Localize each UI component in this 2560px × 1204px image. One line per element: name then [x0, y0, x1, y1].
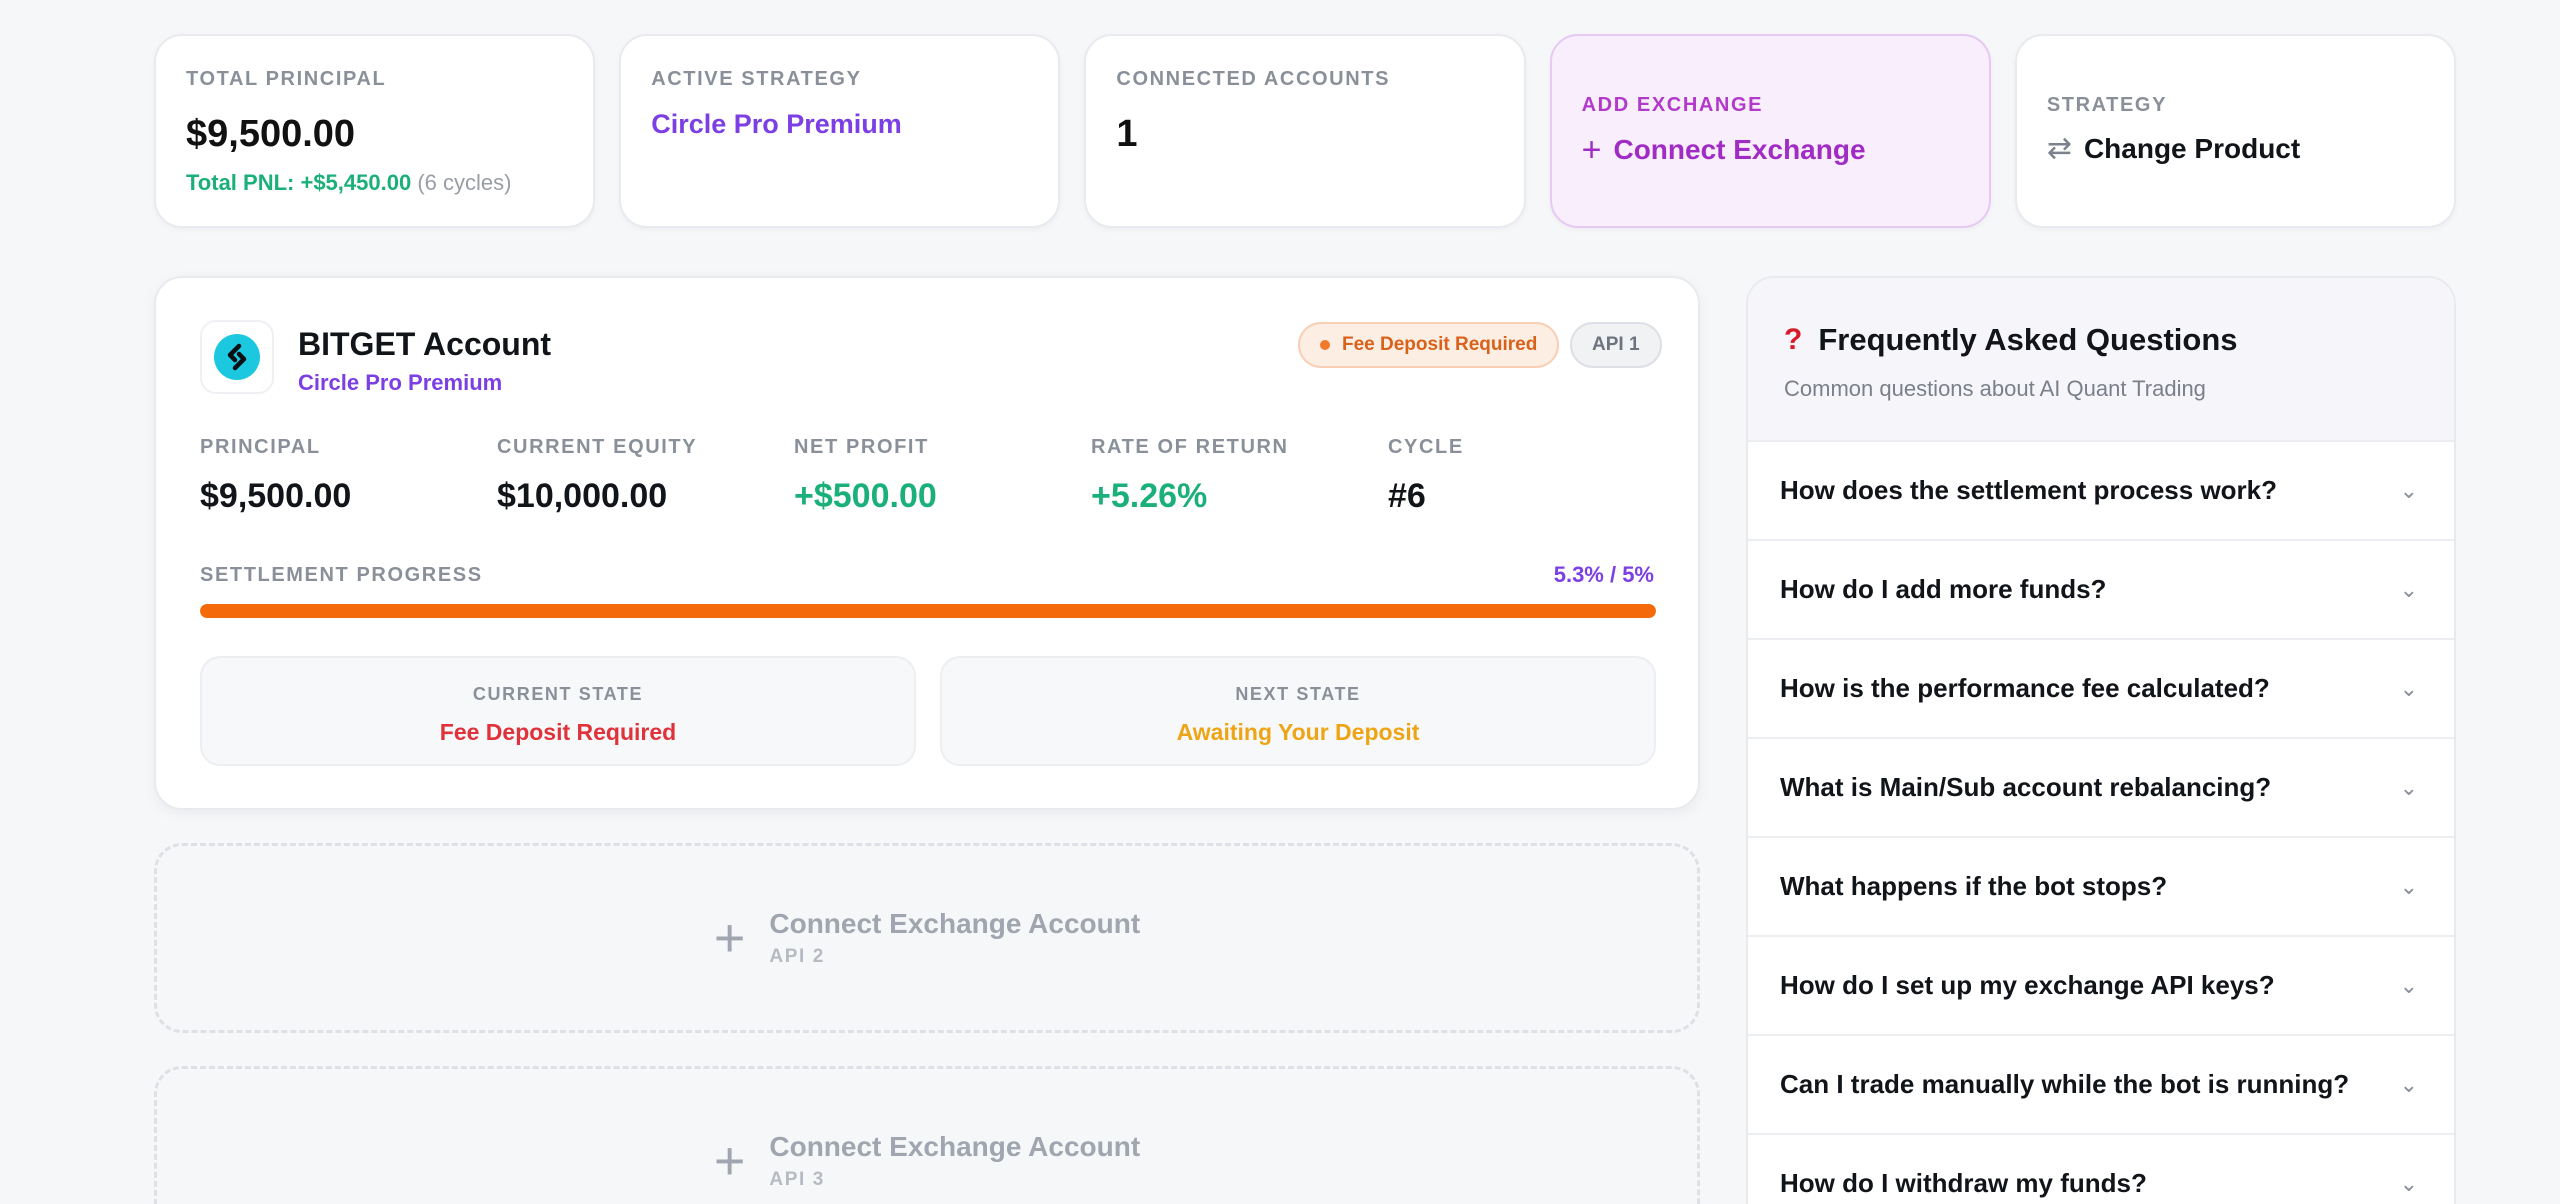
bitget-account-card: BITGET Account Circle Pro Premium Fee De… — [154, 276, 1700, 810]
chevron-down-icon: ⌄ — [2399, 1170, 2418, 1196]
connect-exchange-slot-api-2[interactable]: + Connect Exchange Account API 2 — [154, 843, 1700, 1033]
plus-icon: + — [713, 1131, 746, 1191]
slot-text: Connect Exchange Account API 3 — [769, 1131, 1140, 1191]
current-state-box: CURRENT STATE Fee Deposit Required — [200, 656, 916, 766]
faq-title-text: Frequently Asked Questions — [1818, 322, 2238, 357]
active-strategy-value: Circle Pro Premium — [651, 109, 902, 139]
metric-net-profit: NET PROFIT +$500.00 — [794, 436, 1091, 516]
total-principal-value: $9,500.00 — [186, 113, 356, 155]
metric-principal: PRINCIPAL $9,500.00 — [200, 436, 497, 516]
total-pnl-value: Total PNL: +$5,450.00 — [186, 170, 412, 195]
api-badge: API 1 — [1570, 322, 1662, 368]
faq-question: How do I add more funds? — [1780, 574, 2107, 604]
status-badge-label: Fee Deposit Required — [1342, 334, 1538, 355]
account-strategy: Circle Pro Premium — [298, 370, 503, 395]
faq-item[interactable]: How do I withdraw my funds? ⌄ — [1748, 1135, 2454, 1204]
metric-value: #6 — [1388, 477, 1426, 515]
metric-value: +$500.00 — [794, 477, 937, 515]
slot-title: Connect Exchange Account — [769, 908, 1141, 939]
metric-rate-of-return: RATE OF RETURN +5.26% — [1091, 436, 1388, 516]
connected-accounts-card: CONNECTED ACCOUNTS 1 — [1084, 34, 1526, 228]
metric-cycle: CYCLE #6 — [1388, 436, 1685, 516]
faq-header: ? Frequently Asked Questions Common ques… — [1748, 278, 2454, 442]
faq-item[interactable]: What is Main/Sub account rebalancing? ⌄ — [1748, 739, 2454, 838]
metric-label: CURRENT EQUITY — [497, 436, 698, 458]
faq-item[interactable]: What happens if the bot stops? ⌄ — [1748, 838, 2454, 937]
settlement-progress-fill — [200, 604, 1656, 618]
settlement-progress-bar — [200, 604, 1656, 618]
chevron-down-icon: ⌄ — [2399, 675, 2418, 701]
chevron-down-icon: ⌄ — [2399, 873, 2418, 899]
metric-label: RATE OF RETURN — [1091, 436, 1289, 458]
settlement-progress-value: 5.3% / 5% — [1553, 562, 1654, 587]
metric-value: $10,000.00 — [497, 477, 668, 515]
connect-exchange-label: Connect Exchange — [1613, 134, 1866, 165]
status-badge: Fee Deposit Required — [1298, 322, 1560, 368]
faq-panel: ? Frequently Asked Questions Common ques… — [1746, 276, 2456, 1204]
bitget-logo — [200, 320, 274, 394]
faq-item[interactable]: How do I set up my exchange API keys? ⌄ — [1748, 937, 2454, 1036]
next-state-label: NEXT STATE — [1235, 684, 1361, 704]
faq-question: What happens if the bot stops? — [1780, 871, 2168, 901]
plus-icon: + — [1581, 131, 1602, 169]
connect-exchange-slot-api-3[interactable]: + Connect Exchange Account API 3 — [154, 1066, 1700, 1204]
metric-label: PRINCIPAL — [200, 436, 321, 458]
stats-row: TOTAL PRINCIPAL $9,500.00 Total PNL: +$5… — [154, 34, 2457, 228]
metric-label: CYCLE — [1388, 436, 1464, 458]
add-exchange-card[interactable]: ADD EXCHANGE + Connect Exchange — [1549, 34, 1991, 228]
connected-accounts-label: CONNECTED ACCOUNTS — [1116, 68, 1391, 90]
faq-item[interactable]: How is the performance fee calculated? ⌄ — [1748, 640, 2454, 739]
next-state-box: NEXT STATE Awaiting Your Deposit — [940, 656, 1656, 766]
total-pnl-cycles: (6 cycles) — [417, 170, 512, 195]
slot-api-label: API 2 — [769, 946, 825, 967]
add-exchange-label: ADD EXCHANGE — [1581, 94, 1764, 116]
total-pnl: Total PNL: +$5,450.00 (6 cycles) — [186, 170, 563, 196]
slot-text: Connect Exchange Account API 2 — [769, 908, 1140, 968]
settlement-progress-label: SETTLEMENT PROGRESS — [200, 564, 483, 586]
current-state-label: CURRENT STATE — [472, 684, 644, 704]
total-principal-card: TOTAL PRINCIPAL $9,500.00 Total PNL: +$5… — [154, 34, 596, 228]
chevron-down-icon: ⌄ — [2399, 576, 2418, 602]
faq-question: How do I set up my exchange API keys? — [1780, 970, 2275, 1000]
total-principal-label: TOTAL PRINCIPAL — [186, 68, 387, 90]
connect-exchange-button[interactable]: + Connect Exchange — [1582, 133, 1959, 167]
question-mark-icon: ? — [1784, 323, 1803, 356]
swap-icon: ⇄ — [2046, 132, 2072, 165]
connected-accounts-value: 1 — [1116, 113, 1138, 155]
current-state-value: Fee Deposit Required — [439, 719, 677, 745]
change-product-button[interactable]: ⇄ Change Product — [2047, 133, 2424, 165]
faq-question: What is Main/Sub account rebalancing? — [1780, 772, 2272, 802]
slot-api-label: API 3 — [769, 1169, 825, 1190]
metric-value: +5.26% — [1091, 477, 1208, 515]
metric-value: $9,500.00 — [200, 477, 352, 515]
metric-current-equity: CURRENT EQUITY $10,000.00 — [497, 436, 794, 516]
active-strategy-card: ACTIVE STRATEGY Circle Pro Premium — [619, 34, 1061, 228]
chevron-down-icon: ⌄ — [2399, 477, 2418, 503]
chevron-down-icon: ⌄ — [2399, 972, 2418, 998]
change-product-label: Change Product — [2083, 133, 2301, 164]
chevron-down-icon: ⌄ — [2399, 774, 2418, 800]
bitget-logo-icon — [214, 334, 260, 380]
account-metrics: PRINCIPAL $9,500.00 CURRENT EQUITY $10,0… — [200, 436, 1685, 516]
faq-question: Can I trade manually while the bot is ru… — [1780, 1069, 2350, 1099]
active-strategy-label: ACTIVE STRATEGY — [651, 68, 862, 90]
faq-title: ? Frequently Asked Questions — [1784, 322, 2418, 358]
strategy-label: STRATEGY — [2046, 94, 2168, 116]
faq-question: How is the performance fee calculated? — [1780, 673, 2270, 703]
status-dot-icon — [1320, 340, 1330, 350]
plus-icon: + — [713, 908, 746, 968]
next-state-value: Awaiting Your Deposit — [1176, 719, 1420, 745]
faq-question: How do I withdraw my funds? — [1780, 1168, 2147, 1198]
slot-title: Connect Exchange Account — [769, 1131, 1141, 1162]
faq-item[interactable]: How do I add more funds? ⌄ — [1748, 541, 2454, 640]
account-title: BITGET Account — [298, 326, 552, 362]
strategy-card[interactable]: STRATEGY ⇄ Change Product — [2014, 34, 2457, 228]
faq-subtitle: Common questions about AI Quant Trading — [1784, 376, 2206, 401]
chevron-down-icon: ⌄ — [2399, 1071, 2418, 1097]
metric-label: NET PROFIT — [794, 436, 929, 458]
faq-item[interactable]: Can I trade manually while the bot is ru… — [1748, 1036, 2454, 1135]
faq-item[interactable]: How does the settlement process work? ⌄ — [1748, 442, 2454, 541]
faq-question: How does the settlement process work? — [1780, 475, 2278, 505]
